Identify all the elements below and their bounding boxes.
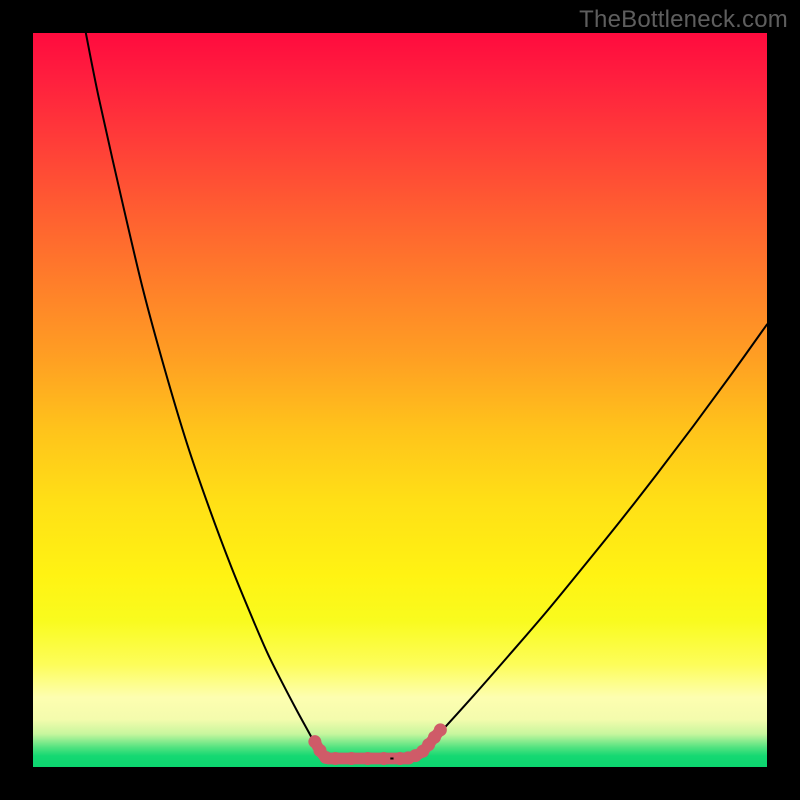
chart-svg [33, 33, 767, 767]
watermark-text: TheBottleneck.com [579, 6, 788, 34]
chart-frame: TheBottleneck.com [0, 0, 800, 800]
plot-area [33, 33, 767, 767]
gradient-background [33, 33, 767, 767]
